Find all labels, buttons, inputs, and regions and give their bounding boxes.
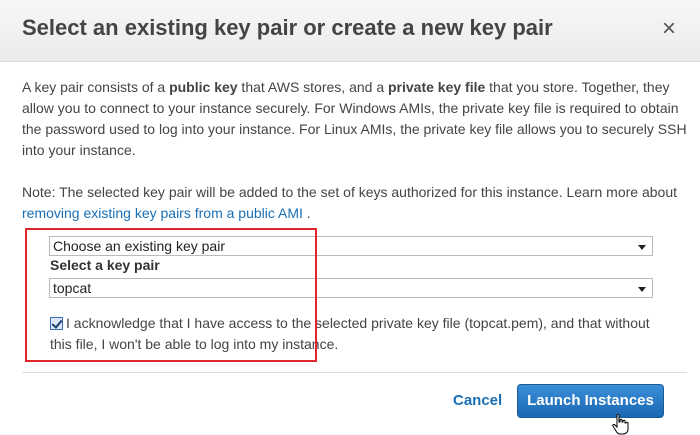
acknowledge-checkbox[interactable] — [50, 317, 63, 330]
hand-cursor-icon — [612, 414, 629, 435]
private-key-file-term: private key file — [388, 79, 486, 95]
key-pair-select[interactable]: topcat — [49, 278, 653, 298]
description-text: A key pair consists of a — [22, 79, 170, 95]
acknowledge-label: I acknowledge that I have access to the … — [50, 315, 650, 352]
cancel-button[interactable]: Cancel — [453, 392, 502, 409]
close-icon[interactable]: × — [658, 17, 680, 41]
chevron-down-icon — [638, 245, 646, 250]
note-suffix: . — [302, 205, 311, 221]
chevron-down-icon — [638, 287, 646, 292]
acknowledge-row: I acknowledge that I have access to the … — [50, 313, 670, 355]
remove-key-pairs-link[interactable]: removing existing key pairs from a publi… — [22, 205, 303, 221]
note-text: Note: The selected key pair will be adde… — [22, 182, 687, 224]
key-pair-mode-value: Choose an existing key pair — [53, 238, 225, 254]
footer-divider — [22, 372, 687, 373]
public-key-term: public key — [169, 79, 238, 95]
dialog-title: Select an existing key pair or create a … — [22, 15, 553, 40]
select-key-pair-label: Select a key pair — [50, 257, 160, 273]
launch-instances-button[interactable]: Launch Instances — [517, 384, 664, 418]
description-text: that AWS stores, and a — [237, 79, 388, 95]
key-pair-description: A key pair consists of a public key that… — [22, 77, 687, 161]
key-pair-select-value: topcat — [53, 280, 92, 296]
note-body: Note: The selected key pair will be adde… — [22, 184, 678, 200]
dialog-header: Select an existing key pair or create a … — [0, 0, 700, 62]
key-pair-mode-select[interactable]: Choose an existing key pair — [49, 236, 653, 256]
